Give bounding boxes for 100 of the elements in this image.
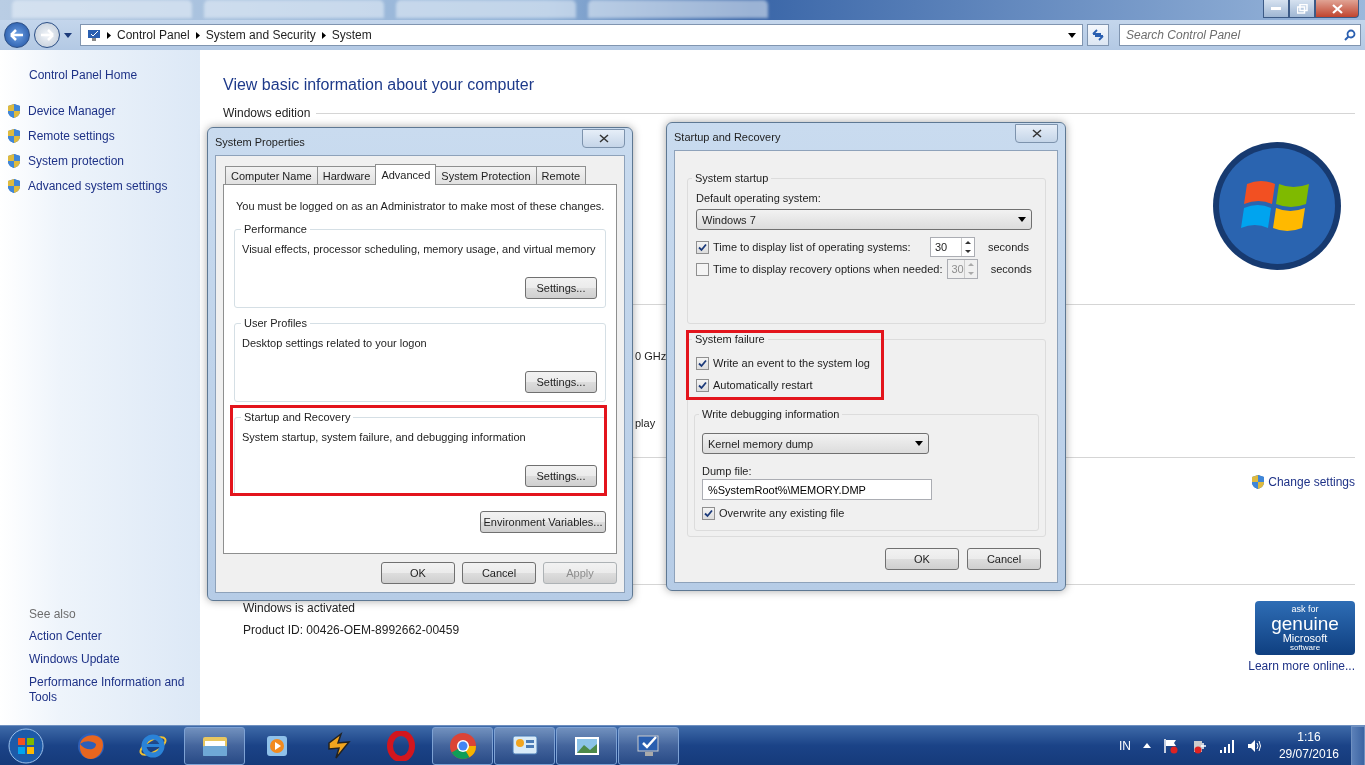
fox-globe-icon	[75, 730, 106, 761]
close-icon	[1031, 129, 1042, 138]
close-icon	[598, 134, 609, 143]
sidebar-link[interactable]: Performance Information and Tools	[0, 675, 190, 705]
tab[interactable]: Computer Name	[225, 166, 318, 185]
taskbar-button[interactable]	[618, 726, 679, 765]
tab[interactable]: Hardware	[316, 166, 377, 185]
breadcrumb-item[interactable]: Control Panel	[117, 28, 190, 42]
clock[interactable]: 1:16 29/07/2016	[1278, 730, 1339, 761]
checkbox-label[interactable]: Write an event to the system log	[696, 356, 870, 370]
forward-button[interactable]	[34, 22, 60, 48]
close-icon	[1331, 3, 1343, 14]
group-title: Write debugging information	[699, 407, 843, 421]
settings-button[interactable]: Settings...	[525, 371, 597, 393]
shield-icon	[1250, 474, 1267, 490]
refresh-button[interactable]	[1087, 24, 1109, 46]
refresh-icon	[1091, 29, 1105, 41]
tab[interactable]: System Protection	[435, 166, 537, 185]
learn-more-link[interactable]: Learn more online...	[1248, 659, 1355, 673]
minimize-button[interactable]	[1263, 0, 1289, 18]
sidebar-link[interactable]: Advanced system settings	[0, 178, 168, 194]
taskbar-button[interactable]	[432, 726, 493, 765]
dialog-button[interactable]: OK	[885, 548, 959, 570]
sidebar-link[interactable]: Windows Update	[0, 652, 120, 667]
change-settings-link[interactable]: Change settings	[1250, 474, 1355, 490]
taskbar-button[interactable]	[556, 726, 617, 765]
checkbox[interactable]	[696, 356, 709, 370]
restore-icon	[1296, 3, 1308, 14]
field-label: Default operating system:	[696, 191, 822, 205]
number-spinner[interactable]: 30	[930, 237, 975, 257]
info-text: 0 GHz	[635, 350, 667, 362]
dialog-button[interactable]: OK	[381, 562, 455, 584]
sidebar-link[interactable]: Control Panel Home	[0, 68, 138, 83]
notice-text: You must be logged on as an Administrator to make most of these changes.	[235, 199, 606, 213]
chevron-right-icon	[321, 31, 326, 39]
sidebar-link[interactable]: Remote settings	[0, 128, 115, 144]
close-button[interactable]	[1315, 0, 1359, 18]
arrow-left-icon	[10, 29, 24, 41]
checkbox-label[interactable]: Automatically restart	[696, 378, 813, 392]
monitor-check-icon	[87, 29, 101, 41]
dialog-button[interactable]: Cancel	[967, 548, 1041, 570]
group-title: System startup	[692, 171, 772, 185]
see-also-heading: See also	[28, 607, 77, 621]
checkbox-label[interactable]: Overwrite any existing file	[702, 506, 1028, 520]
dropdown-arrow-icon[interactable]	[64, 32, 72, 38]
group-description: Desktop settings related to your logon	[242, 336, 428, 350]
sidebar-link[interactable]: Action Center	[0, 629, 102, 644]
flag-icon[interactable]	[1162, 737, 1179, 754]
dump-type-dropdown[interactable]: Kernel memory dump	[702, 433, 929, 454]
settings-button[interactable]: Settings...	[525, 465, 597, 487]
genuine-logo[interactable]: ask for genuine Microsoft software	[1255, 601, 1355, 655]
close-button[interactable]	[1015, 124, 1058, 143]
sidebar-link[interactable]: System protection	[0, 153, 125, 169]
back-button[interactable]	[4, 22, 30, 48]
sidebar-link[interactable]: Device Manager	[0, 103, 116, 119]
checkbox[interactable]	[696, 262, 709, 276]
breadcrumb-item[interactable]: System	[331, 28, 372, 42]
field-label: Dump file:	[702, 464, 753, 478]
search-icon[interactable]	[1344, 29, 1356, 41]
section-title: Windows edition	[223, 106, 311, 120]
group-description: System startup, system failure, and debugging information	[242, 430, 527, 444]
taskbar-button[interactable]	[184, 726, 245, 765]
environment-variables-button[interactable]: Environment Variables...	[480, 511, 606, 533]
close-button[interactable]	[582, 129, 625, 148]
unit-label: seconds	[990, 262, 1032, 276]
group-description: Visual effects, processor scheduling, memory usage, and virtual memory	[242, 242, 597, 256]
dropdown-arrow-icon	[1068, 32, 1076, 38]
dialog-title: Startup and Recovery	[674, 129, 781, 144]
group-title: Startup and Recovery	[241, 410, 354, 424]
checkbox-label[interactable]: Time to display recovery options when needed:	[696, 262, 943, 276]
tab[interactable]: Remote	[535, 166, 587, 185]
restore-button[interactable]	[1289, 0, 1315, 18]
o-ring-icon	[385, 730, 416, 761]
dump-file-field[interactable]: %SystemRoot%\MEMORY.DMP	[702, 479, 932, 500]
breadcrumb-item[interactable]: System and Security	[205, 28, 316, 42]
settings-button[interactable]: Settings...	[525, 277, 597, 299]
os-dropdown[interactable]: Windows 7	[696, 209, 1032, 230]
activation-status: Windows is activated	[243, 601, 357, 615]
dialog-button[interactable]: Cancel	[462, 562, 536, 584]
checkbox-label[interactable]: Time to display list of operating systems:	[696, 240, 911, 254]
shield-icon	[6, 128, 22, 144]
taskbar-button[interactable]	[494, 726, 555, 765]
shield-icon	[6, 103, 22, 119]
shield-icon	[6, 153, 22, 169]
arrow-right-icon	[40, 29, 54, 41]
tricolor-circle-icon	[447, 730, 478, 761]
caret-up-icon[interactable]	[1142, 743, 1151, 748]
shield-icon	[6, 178, 22, 194]
checkbox[interactable]	[696, 240, 709, 254]
checkbox[interactable]	[696, 378, 709, 392]
language-indicator[interactable]: IN	[1118, 738, 1131, 753]
search-field[interactable]: Search Control Panel	[1119, 24, 1361, 46]
address-field[interactable]: Control Panel System and Security System	[80, 24, 1083, 46]
page-heading: View basic information about your computer	[223, 76, 535, 94]
tab[interactable]: Advanced	[375, 164, 437, 185]
unit-label: seconds	[988, 240, 1030, 254]
speaker-icon[interactable]	[1246, 738, 1263, 753]
signal-bars-icon[interactable]	[1218, 738, 1235, 753]
dialog-title: System Properties	[215, 134, 305, 149]
checkbox[interactable]	[702, 506, 715, 520]
